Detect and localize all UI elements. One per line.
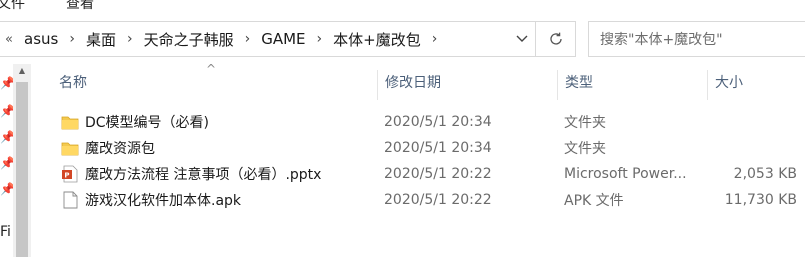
navigation-pane: 📌 📌 📌 📌 📌 Fi ▲ [0, 64, 33, 257]
crumb-tianming[interactable]: 天命之子韩服 [138, 29, 240, 50]
column-header-type[interactable]: 类型 [557, 64, 707, 100]
chevron-double-left-icon[interactable]: « [0, 32, 18, 47]
file-name[interactable]: 游戏汉化软件加本体.apk [85, 187, 241, 213]
file-type: Microsoft Power... [564, 166, 687, 182]
file-name[interactable]: DC模型编号（必看) [85, 109, 209, 135]
file-name[interactable]: 魔改方法流程 注意事项（必看）.pptx [85, 161, 321, 187]
file-row[interactable]: 游戏汉化软件加本体.apk 2020/5/1 20:22 APK 文件 11,7… [33, 187, 805, 213]
folder-icon [61, 142, 79, 156]
file-row[interactable]: P 魔改方法流程 注意事项（必看）.pptx 2020/5/1 20:22 Mi… [33, 161, 805, 187]
nav-item-label[interactable]: Fi [0, 224, 11, 240]
file-size: 2,053 KB [733, 166, 797, 182]
folder-icon [61, 116, 79, 130]
menu-item-file[interactable]: 文件 [0, 0, 25, 13]
chevron-right-icon[interactable]: › [240, 31, 256, 47]
file-list: ^ 名称 修改日期 类型 大小 DC模型编号（必看) 2020/5/1 20:3… [33, 62, 805, 257]
pin-icon[interactable]: 📌 [0, 104, 15, 118]
file-type: APK 文件 [564, 193, 624, 209]
pin-icon[interactable]: 📌 [0, 156, 15, 170]
breadcrumb: « asus › 桌面 › 天命之子韩服 › GAME › 本体+魔改包 › [0, 22, 442, 56]
crumb-game[interactable]: GAME [255, 30, 311, 48]
column-header-row: ^ 名称 修改日期 类型 大小 [33, 62, 805, 100]
file-type: 文件夹 [564, 141, 606, 157]
file-modified-date: 2020/5/1 20:22 [384, 192, 492, 208]
refresh-icon [549, 32, 562, 45]
search-input[interactable] [598, 23, 802, 57]
chevron-down-icon [516, 35, 528, 42]
column-header-date[interactable]: 修改日期 [377, 64, 557, 100]
file-row[interactable]: DC模型编号（必看) 2020/5/1 20:34 文件夹 [33, 109, 805, 135]
crumb-current-folder[interactable]: 本体+魔改包 [327, 29, 427, 50]
chevron-right-icon[interactable]: › [312, 31, 328, 47]
pin-icon[interactable]: 📌 [0, 130, 15, 144]
address-bar[interactable]: « asus › 桌面 › 天命之子韩服 › GAME › 本体+魔改包 › [0, 21, 536, 57]
pptx-file-icon: P [62, 165, 78, 183]
pin-icon[interactable]: 📌 [0, 182, 15, 196]
chevron-right-icon[interactable]: › [64, 31, 80, 47]
refresh-button[interactable] [536, 21, 576, 57]
menu-item-view[interactable]: 查看 [66, 0, 94, 13]
navigation-bar: « asus › 桌面 › 天命之子韩服 › GAME › 本体+魔改包 › [0, 14, 805, 64]
menu-bar: 文件 查看 [0, 0, 805, 14]
nav-scrollbar[interactable]: ▲ [13, 64, 31, 257]
file-modified-date: 2020/5/1 20:22 [384, 166, 492, 182]
column-header-name[interactable]: 名称 [51, 64, 377, 100]
pin-icon[interactable]: 📌 [0, 76, 15, 90]
crumb-asus[interactable]: asus [18, 30, 64, 48]
address-history-dropdown[interactable] [509, 22, 535, 56]
file-size: 11,730 KB [724, 192, 797, 208]
crumb-desktop[interactable]: 桌面 [80, 29, 122, 50]
file-name[interactable]: 魔改资源包 [85, 135, 155, 161]
file-row[interactable]: 魔改资源包 2020/5/1 20:34 文件夹 [33, 135, 805, 161]
search-box[interactable] [588, 21, 805, 57]
svg-text:P: P [64, 172, 69, 180]
scrollbar-thumb[interactable] [16, 82, 28, 257]
file-modified-date: 2020/5/1 20:34 [384, 140, 492, 156]
scroll-up-icon[interactable]: ▲ [13, 66, 31, 75]
apk-file-icon [63, 191, 78, 209]
column-header-size[interactable]: 大小 [707, 64, 805, 100]
chevron-right-icon[interactable]: › [427, 31, 443, 47]
file-type: 文件夹 [564, 115, 606, 131]
chevron-right-icon[interactable]: › [122, 31, 138, 47]
file-modified-date: 2020/5/1 20:34 [384, 114, 492, 130]
